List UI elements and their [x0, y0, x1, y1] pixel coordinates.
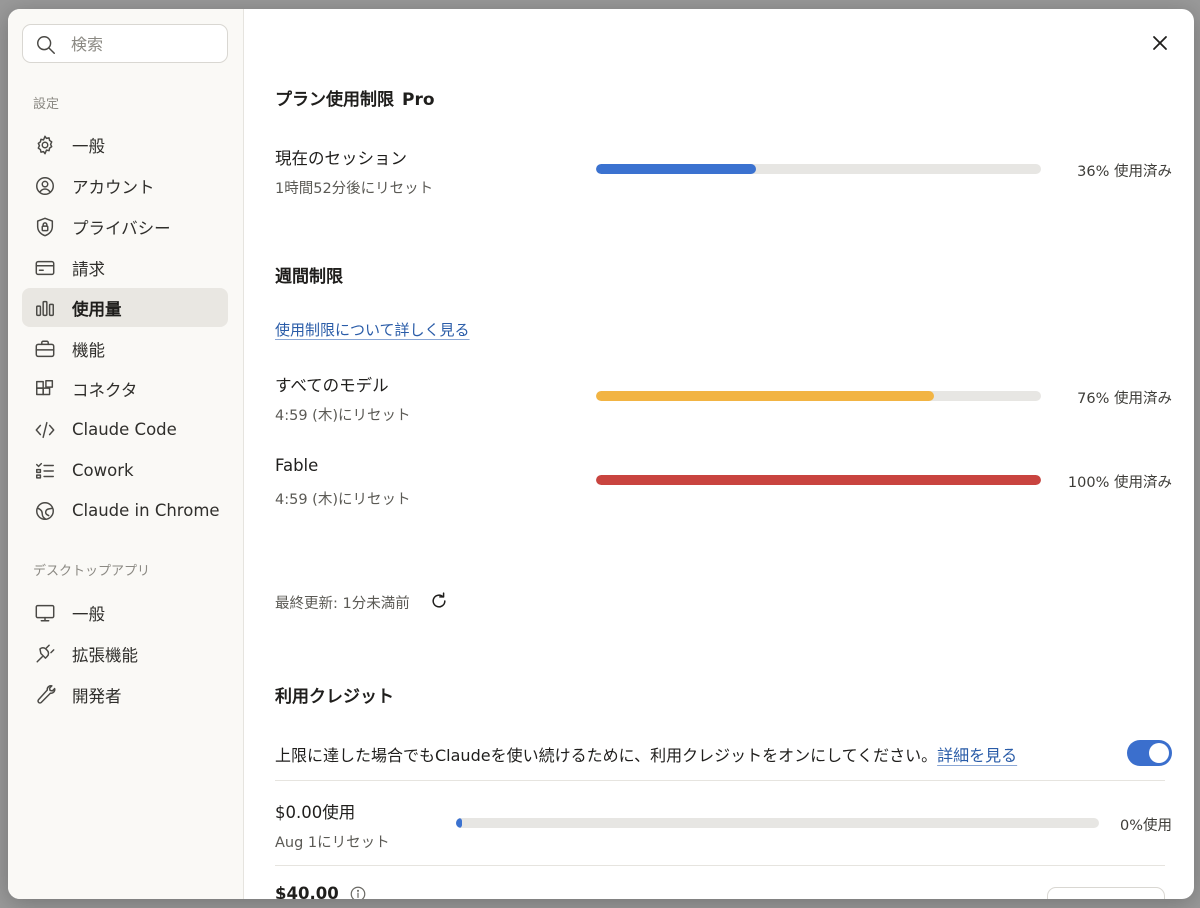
- session-title: 現在のセッション: [275, 149, 407, 168]
- sidebar-item-label: 一般: [72, 604, 105, 624]
- sidebar-item-label: 使用量: [72, 299, 122, 319]
- sidebar-item-label: プライバシー: [72, 218, 171, 238]
- sidebar-item-label: 一般: [72, 136, 105, 156]
- sidebar-item-label: Claude in Chrome: [72, 501, 220, 520]
- all-models-percent: 76% 使用済み: [1077, 391, 1172, 407]
- briefcase-icon: [34, 338, 56, 360]
- sidebar-item-claude-code[interactable]: Claude Code: [22, 410, 228, 449]
- sidebar-item-cowork[interactable]: Cowork: [22, 451, 228, 490]
- credits-progress-fill: [456, 818, 462, 828]
- sidebar-item-label: Cowork: [72, 461, 134, 480]
- bar-chart-icon: [34, 297, 56, 319]
- credits-usage-reset-text: Aug 1にリセット: [275, 835, 390, 851]
- weekly-limits-heading: 週間制限: [275, 267, 343, 287]
- sidebar-item-features[interactable]: 機能: [22, 329, 228, 368]
- session-progress-bar: [596, 164, 1041, 174]
- all-models-progress-fill: [596, 391, 935, 401]
- toggle-knob: [1149, 743, 1169, 763]
- checklist-icon: [34, 460, 56, 482]
- sidebar-item-label: コネクタ: [72, 380, 138, 400]
- refresh-button[interactable]: [429, 591, 451, 613]
- divider: [275, 780, 1165, 781]
- plan-limits-heading: プラン使用制限 Pro: [275, 85, 435, 110]
- plan-limits-title: プラン使用制限: [275, 90, 394, 110]
- plug-icon: [34, 643, 56, 665]
- credits-usage-title: $0.00使用: [275, 803, 356, 822]
- plan-name-badge: Pro: [402, 90, 435, 110]
- sidebar-item-usage[interactable]: 使用量: [22, 288, 228, 327]
- credits-toggle[interactable]: [1127, 740, 1172, 766]
- sidebar-item-general[interactable]: 一般: [22, 125, 228, 164]
- sidebar-item-billing[interactable]: 請求: [22, 248, 228, 287]
- usage-panel: プラン使用制限 Pro 現在のセッション 1時間52分後にリセット 36% 使用済…: [245, 9, 1194, 899]
- fable-title: Fable: [275, 456, 319, 475]
- credit-card-icon: [34, 257, 56, 279]
- all-models-reset-text: 4:59 (木)にリセット: [275, 408, 411, 424]
- credits-usage-percent: 0%使用: [1119, 818, 1172, 834]
- desktop-section-label: デスクトップアプリ: [33, 564, 151, 579]
- shield-lock-icon: [34, 216, 56, 238]
- settings-section-label: 設定: [33, 97, 60, 112]
- code-icon: [34, 419, 56, 441]
- sidebar-item-desktop-general[interactable]: 一般: [22, 593, 228, 632]
- sidebar-item-label: アカウント: [72, 177, 155, 197]
- session-reset-text: 1時間52分後にリセット: [275, 181, 434, 197]
- close-button[interactable]: [1148, 31, 1172, 55]
- search-box[interactable]: [22, 24, 228, 63]
- credits-progress-bar: [456, 818, 1099, 828]
- globe-icon: [34, 500, 56, 522]
- sidebar-item-developer[interactable]: 開発者: [22, 675, 228, 714]
- fable-percent: 100% 使用済み: [1067, 475, 1172, 491]
- credits-details-link[interactable]: 詳細を見る: [937, 746, 1017, 765]
- refresh-icon: [432, 592, 446, 608]
- session-percent: 36% 使用済み: [1077, 164, 1172, 180]
- sidebar-item-label: 開発者: [72, 686, 122, 706]
- sidebar-item-label: 機能: [72, 340, 105, 360]
- fable-progress-bar: [596, 475, 1041, 485]
- sidebar-item-label: 請求: [72, 259, 105, 279]
- gear-icon: [34, 134, 56, 156]
- search-input[interactable]: [71, 31, 221, 57]
- sidebar-item-connectors[interactable]: コネクタ: [22, 369, 228, 408]
- credits-description-text: 上限に達した場合でもClaudeを使い続けるために、利用クレジットをオンにしてく…: [275, 746, 938, 765]
- session-progress-fill: [596, 164, 757, 174]
- last-updated-text: 最終更新: 1分未満前: [275, 596, 410, 612]
- search-icon: [35, 34, 57, 56]
- credits-description: 上限に達した場合でもClaudeを使い続けるために、利用クレジットをオンにしてく…: [275, 742, 1017, 766]
- blocks-icon: [34, 378, 56, 400]
- user-circle-icon: [34, 175, 56, 197]
- divider: [275, 865, 1165, 866]
- all-models-progress-bar: [596, 391, 1041, 401]
- edit-limit-button[interactable]: [1047, 887, 1165, 899]
- sidebar-item-label: Claude Code: [72, 420, 177, 439]
- fable-progress-fill: [596, 475, 1041, 485]
- learn-limits-link[interactable]: 使用制限について詳しく見る: [275, 319, 470, 340]
- all-models-title: すべてのモデル: [275, 376, 389, 395]
- credits-heading: 利用クレジット: [275, 687, 394, 707]
- credits-limit-amount: $40.00: [275, 884, 339, 899]
- monitor-icon: [34, 602, 56, 624]
- info-icon[interactable]: [349, 885, 367, 899]
- fable-reset-text: 4:59 (木)にリセット: [275, 492, 411, 508]
- close-icon: [1153, 36, 1167, 50]
- sidebar-item-privacy[interactable]: プライバシー: [22, 207, 228, 246]
- sidebar-item-extensions[interactable]: 拡張機能: [22, 634, 228, 673]
- sidebar-item-claude-in-chrome[interactable]: Claude in Chrome: [22, 491, 228, 530]
- settings-window: 設定 一般 アカウント プライバシー 請求: [8, 9, 1194, 899]
- sidebar-item-account[interactable]: アカウント: [22, 166, 228, 205]
- wrench-icon: [34, 684, 56, 706]
- sidebar: 設定 一般 アカウント プライバシー 請求: [8, 9, 244, 899]
- sidebar-item-label: 拡張機能: [72, 645, 138, 665]
